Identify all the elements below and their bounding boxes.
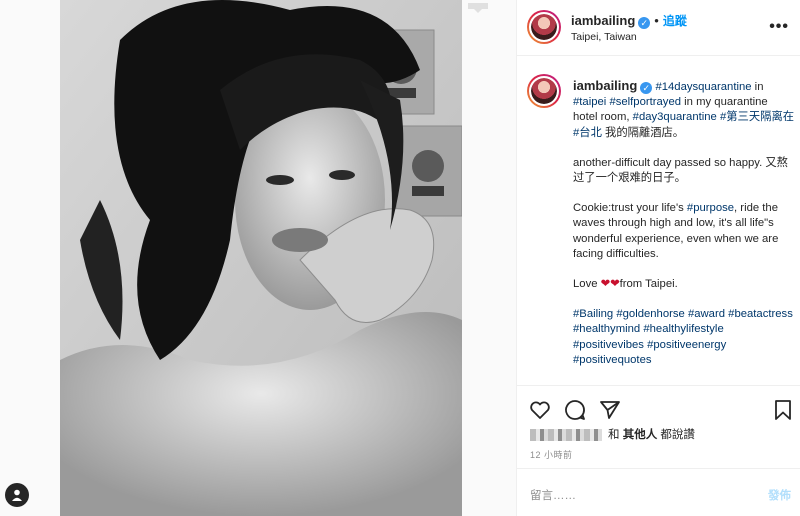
hashtag-link[interactable]: #selfportrayed [609,96,681,108]
hashtag-link[interactable]: #台北 [573,127,602,139]
caption-username-link[interactable]: iambailing [573,78,637,93]
hashtag-link[interactable]: #day3quarantine [633,111,717,123]
comment-input[interactable]: 留言…… [530,487,576,503]
hashtag-link[interactable]: #taipei [573,96,606,108]
hashtag-link[interactable]: #positivevibes [573,339,644,351]
caption-text: in [751,81,764,93]
caption-paragraph-4: Love ❤❤from Taipei. [573,277,795,292]
post-header: iambailing ✓ • 追蹤 Taipei, Taiwan ••• [517,0,800,56]
post-side-panel: iambailing ✓ • 追蹤 Taipei, Taiwan ••• iambai… [516,0,800,516]
hashtag-link[interactable]: #goldenhorse [616,308,684,320]
caption-text: Cookie:trust your life's [573,202,687,215]
likes-suffix-text: 都說讚 [660,429,695,441]
hashtag-link[interactable]: #positivequotes [573,354,652,366]
caption-paragraph-2: another-difficult day passed so happy. 又… [573,156,788,185]
avatar[interactable] [527,10,561,44]
username-link[interactable]: iambailing [571,13,635,28]
caption-text: 我的隔離酒店。 [601,126,685,139]
liked-by-avatars [530,428,602,441]
post-comment-button[interactable]: 發佈 [768,487,791,503]
follow-button[interactable]: 追蹤 [663,14,687,28]
comment-icon[interactable] [563,398,587,422]
hashtag-link[interactable]: #第三天隔离在 [720,111,794,123]
post-photo[interactable] [60,0,462,516]
hashtag-link[interactable]: #healthylifestyle [643,323,723,335]
hashtag-link[interactable]: #14daysquarantine [655,81,751,93]
comments-scroll-area[interactable]: iambailing ✓ #14daysquarantine in #taipei… [517,56,800,386]
caption-avatar[interactable] [527,74,561,108]
likes-others-link[interactable]: 其他人 [623,429,658,441]
hashtag-link[interactable]: #purpose [687,202,734,214]
caption-verified-badge-icon: ✓ [640,82,653,94]
caption-love-text: Love [573,278,601,291]
save-bookmark-icon[interactable] [771,398,795,422]
hashtag-link[interactable]: #Bailing [573,308,613,320]
like-heart-icon[interactable] [528,398,552,422]
share-send-icon[interactable] [598,398,622,422]
verified-badge-icon: ✓ [638,17,651,29]
add-comment-bar: 留言…… 發佈 [517,468,800,516]
heart-emoji: ❤❤ [600,278,620,291]
more-options-icon[interactable]: ••• [769,18,789,36]
caption-hashtags: #Bailing #goldenhorse #award #beatactres… [573,307,795,368]
likes-summary[interactable]: 和 其他人 都說讚 [530,426,695,442]
caption-from-text: from Taipei. [619,278,678,291]
hashtag-link[interactable]: #healthymind [573,323,640,335]
photo-column [0,0,516,516]
likes-and-text: 和 [608,429,620,441]
action-bar [517,392,800,428]
separator-dot: • [654,13,659,28]
caption: iambailing ✓ #14daysquarantine in #taipei… [573,78,795,383]
hashtag-link[interactable]: #award [688,308,725,320]
header-user-line: iambailing ✓ • 追蹤 [571,12,687,29]
post-timestamp[interactable]: 12 小時前 [530,448,573,461]
caption-paragraph-3: Cookie:trust your life's #purpose, ride … [573,201,795,262]
hashtag-link[interactable]: #beatactress [728,308,793,320]
location-link[interactable]: Taipei, Taiwan [571,31,637,43]
hashtag-link[interactable]: #positiveenergy [647,339,726,351]
photo-tag-indicator-icon [466,0,490,13]
tagged-user-icon[interactable] [5,483,29,507]
caption-paragraph-1: iambailing ✓ #14daysquarantine in #taipei… [573,78,795,141]
